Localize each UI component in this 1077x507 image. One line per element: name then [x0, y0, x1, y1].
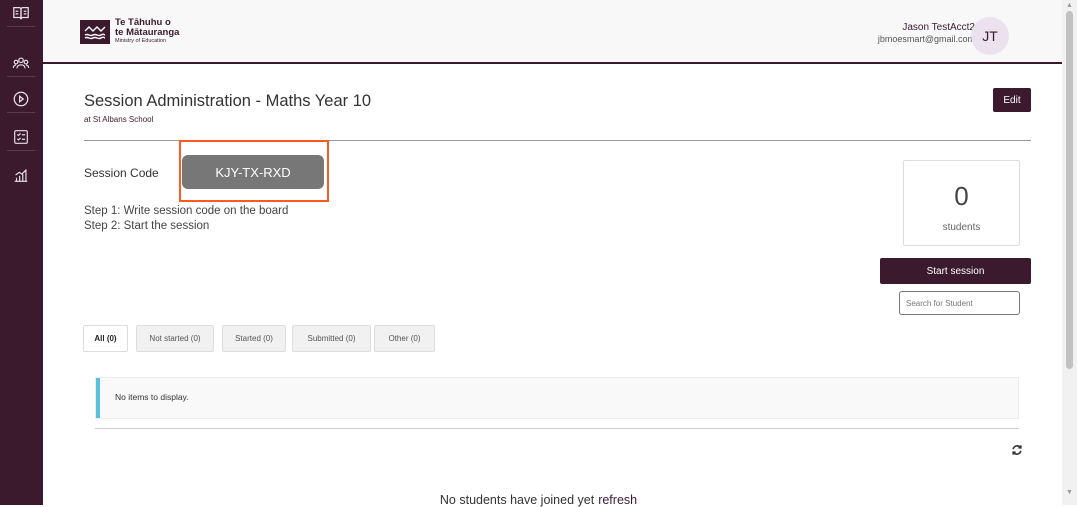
- users-icon[interactable]: [7, 50, 35, 77]
- checklist-icon[interactable]: [7, 124, 35, 151]
- ministry-logo-icon: [80, 20, 110, 44]
- ministry-logo-text: Te Tāhuhu o te Mātauranga Ministry of Ed…: [115, 18, 179, 45]
- sidebar: [0, 0, 43, 505]
- empty-state-alert: No items to display.: [95, 377, 1019, 419]
- empty-state-text: No items to display.: [115, 392, 189, 402]
- refresh-icon[interactable]: [1011, 443, 1023, 455]
- students-label: students: [942, 222, 981, 233]
- tab-all[interactable]: All (0): [83, 325, 128, 352]
- step-1-text: Step 1: Write session code on the board: [84, 205, 289, 217]
- page-subtitle: at St Albans School: [84, 115, 154, 124]
- scroll-up-arrow-icon[interactable]: ▲: [1066, 2, 1073, 9]
- alert-accent-bar: [96, 378, 100, 418]
- session-code-highlight: [179, 140, 329, 202]
- tab-started[interactable]: Started (0): [222, 325, 286, 352]
- session-code-label: Session Code: [84, 166, 159, 180]
- student-count-card: 0 students: [903, 160, 1020, 246]
- list-divider: [95, 428, 1019, 429]
- tab-not-started[interactable]: Not started (0): [136, 325, 214, 352]
- scrollbar[interactable]: ▲ ▼: [1062, 0, 1077, 505]
- step-2-text: Step 2: Start the session: [84, 220, 210, 232]
- top-bar-divider: [43, 62, 1062, 64]
- student-count: 0: [954, 181, 969, 211]
- student-search-input[interactable]: [899, 291, 1020, 315]
- logo-line-3: Ministry of Education: [115, 38, 167, 44]
- play-icon[interactable]: [7, 86, 35, 113]
- chart-icon[interactable]: [7, 162, 35, 188]
- tab-other[interactable]: Other (0): [374, 325, 435, 352]
- user-email: jbmoesmart@gmail.com: [877, 34, 975, 44]
- scroll-thumb[interactable]: [1066, 11, 1073, 369]
- avatar[interactable]: JT: [971, 17, 1009, 55]
- tab-submitted[interactable]: Submitted (0): [292, 325, 371, 352]
- start-session-button[interactable]: Start session: [880, 258, 1031, 284]
- edit-button[interactable]: Edit: [993, 88, 1031, 112]
- page-title: Session Administration - Maths Year 10: [84, 92, 372, 110]
- user-name: Jason TestAcct2: [902, 22, 975, 33]
- logo-line-2: te Mātauranga: [115, 27, 180, 38]
- book-icon[interactable]: [7, 0, 35, 27]
